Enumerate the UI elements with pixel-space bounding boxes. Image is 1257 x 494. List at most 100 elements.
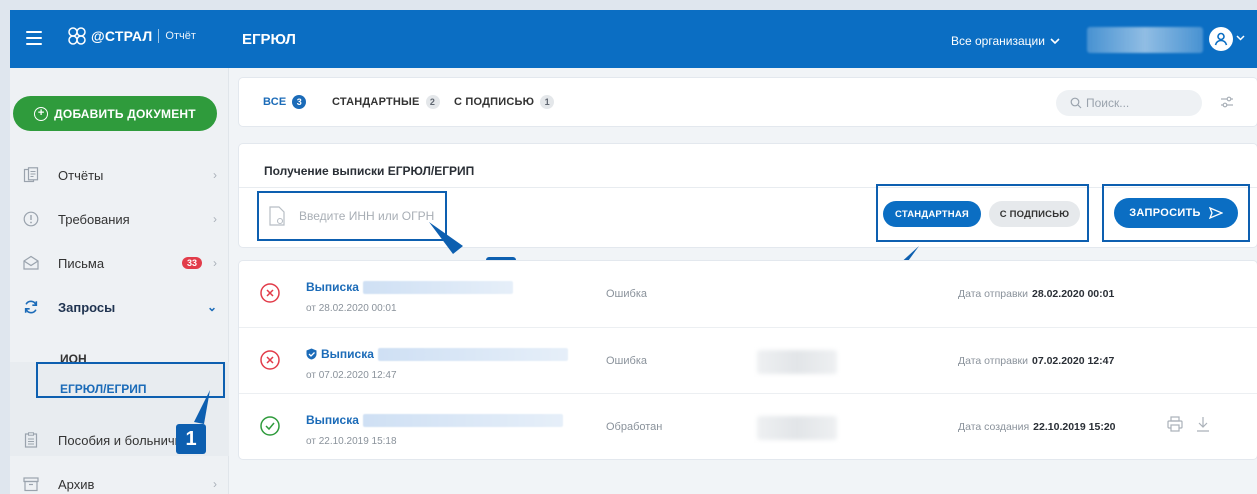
redacted-text — [362, 413, 563, 427]
organization-select[interactable]: Все организации — [951, 34, 1060, 48]
item-title-text: Выписка — [321, 347, 374, 361]
unread-count-badge: 33 — [181, 257, 202, 269]
standard-type-button[interactable]: СТАНДАРТНАЯ — [883, 201, 981, 227]
document-icon — [23, 167, 39, 183]
item-title-text: Выписка — [306, 413, 359, 427]
alert-icon — [23, 211, 39, 227]
document-search-icon — [269, 206, 285, 226]
redacted-text — [377, 347, 568, 361]
search-input[interactable]: Поиск... — [1056, 90, 1202, 116]
inn-ogrn-input[interactable]: Введите ИНН или ОГРН — [257, 191, 447, 241]
shield-check-icon — [306, 348, 317, 360]
date-value: 07.02.2020 12:47 — [1032, 355, 1115, 367]
download-icon[interactable] — [1195, 416, 1211, 432]
tab-standard[interactable]: СТАНДАРТНЫЕ 2 — [332, 95, 440, 109]
tab-signed[interactable]: С ПОДПИСЬЮ 1 — [454, 95, 555, 109]
item-date: Дата создания 22.10.2019 15:20 — [958, 421, 1116, 433]
clipboard-icon — [23, 432, 39, 448]
sidebar-item-archive[interactable]: Архив › — [10, 467, 229, 494]
tab-all[interactable]: ВСЕ 3 — [263, 95, 307, 109]
date-value: 22.10.2019 15:20 — [1033, 421, 1116, 433]
archive-icon — [23, 476, 39, 492]
sidebar-item-label: Архив — [58, 476, 95, 492]
list-item[interactable]: Выписка от 22.10.2019 15:18 Обработан Да… — [239, 393, 1257, 459]
sidebar-item-label: Запросы — [58, 299, 116, 315]
send-icon — [1208, 207, 1223, 219]
callout-pointer — [429, 222, 463, 254]
app-logo[interactable]: @СТРАЛ Отчёт — [67, 26, 196, 46]
sidebar-item-requirements[interactable]: Требования › — [10, 202, 229, 236]
logo-divider — [158, 29, 160, 43]
brand-name: @СТРАЛ — [91, 28, 153, 44]
chevron-right-icon: › — [213, 212, 217, 226]
item-subtitle: от 28.02.2020 00:01 — [306, 303, 397, 314]
filter-tabs-panel: ВСЕ 3 СТАНДАРТНЫЕ 2 С ПОДПИСЬЮ 1 Поиск..… — [239, 78, 1257, 126]
item-status: Ошибка — [606, 288, 647, 300]
user-icon — [1214, 32, 1228, 46]
app-window: @СТРАЛ Отчёт ЕГРЮЛ Все организации + ДОБ… — [10, 10, 1257, 494]
request-title: Получение выписки ЕГРЮЛ/ЕГРИП — [264, 164, 475, 178]
item-title[interactable]: Выписка — [306, 280, 513, 294]
chevron-down-icon[interactable] — [1236, 35, 1245, 41]
avatar[interactable] — [1209, 27, 1233, 51]
inn-ogrn-placeholder: Введите ИНН или ОГРН — [299, 209, 435, 223]
date-label: Дата отправки — [958, 288, 1028, 300]
add-document-label: ДОБАВИТЬ ДОКУМЕНТ — [54, 106, 196, 121]
chevron-right-icon: › — [213, 477, 217, 491]
row-actions — [1167, 416, 1211, 432]
search-icon — [1070, 97, 1082, 109]
date-label: Дата создания — [958, 421, 1030, 433]
logo-icon — [68, 27, 86, 45]
list-item[interactable]: Выписка от 28.02.2020 00:01 Ошибка Дата … — [239, 261, 1257, 327]
sidebar-item-label: Отчёты — [58, 167, 104, 183]
organization-select-label: Все организации — [951, 34, 1045, 48]
sidebar-item-label: Письма — [58, 255, 105, 271]
redacted-text — [362, 280, 513, 294]
item-title-text: Выписка — [306, 280, 359, 294]
top-bar: @СТРАЛ Отчёт ЕГРЮЛ Все организации — [10, 10, 1257, 68]
chevron-right-icon: › — [213, 168, 217, 182]
redacted-organization — [1087, 27, 1203, 53]
chevron-right-icon: › — [213, 256, 217, 270]
tab-count: 2 — [425, 95, 440, 109]
sidebar-item-reports[interactable]: Отчёты › — [10, 158, 229, 192]
redacted-text — [757, 416, 837, 440]
list-item[interactable]: Выписка от 07.02.2020 12:47 Ошибка Дата … — [239, 327, 1257, 393]
signed-type-button[interactable]: С ПОДПИСЬЮ — [989, 201, 1080, 227]
error-icon — [260, 283, 280, 303]
filter-settings-icon[interactable] — [1220, 95, 1234, 109]
submit-highlight: ЗАПРОСИТЬ — [1102, 184, 1250, 242]
requests-list: Выписка от 28.02.2020 00:01 Ошибка Дата … — [239, 261, 1257, 459]
chevron-down-icon: ⌄ — [206, 300, 217, 314]
request-button-label: ЗАПРОСИТЬ — [1129, 207, 1201, 219]
item-status: Ошибка — [606, 355, 647, 367]
request-button[interactable]: ЗАПРОСИТЬ — [1114, 198, 1238, 228]
add-document-button[interactable]: + ДОБАВИТЬ ДОКУМЕНТ — [13, 96, 217, 131]
sidebar-item-label: Пособия и больничн — [58, 432, 182, 448]
item-status: Обработан — [606, 421, 663, 433]
tab-count: 3 — [292, 95, 307, 109]
request-panel: Получение выписки ЕГРЮЛ/ЕГРИП Введите ИН… — [239, 144, 1257, 247]
chevron-down-icon — [1050, 37, 1060, 44]
date-value: 28.02.2020 00:01 — [1032, 288, 1115, 300]
menu-icon[interactable] — [26, 31, 42, 45]
print-icon[interactable] — [1167, 416, 1183, 432]
sidebar-item-queries[interactable]: Запросы ⌄ — [10, 290, 229, 324]
item-date: Дата отправки 28.02.2020 00:01 — [958, 288, 1114, 300]
page-title: ЕГРЮЛ — [242, 31, 296, 48]
item-subtitle: от 07.02.2020 12:47 — [306, 370, 397, 381]
search-placeholder: Поиск... — [1086, 96, 1130, 110]
plus-icon: + — [34, 106, 49, 121]
tab-label: С ПОДПИСЬЮ — [454, 96, 535, 108]
item-title[interactable]: Выписка — [306, 413, 563, 427]
date-label: Дата отправки — [958, 355, 1028, 367]
sidebar-item-letters[interactable]: Письма 33 › — [10, 246, 229, 280]
item-subtitle: от 22.10.2019 15:18 — [306, 436, 397, 447]
product-name: Отчёт — [165, 30, 196, 42]
extract-type-group: СТАНДАРТНАЯ С ПОДПИСЬЮ — [876, 184, 1089, 242]
success-check-icon — [260, 416, 280, 436]
item-title[interactable]: Выписка — [306, 347, 568, 361]
envelope-icon — [23, 255, 39, 271]
sidebar-item-label: Требования — [58, 211, 130, 227]
tab-label: СТАНДАРТНЫЕ — [332, 96, 420, 108]
